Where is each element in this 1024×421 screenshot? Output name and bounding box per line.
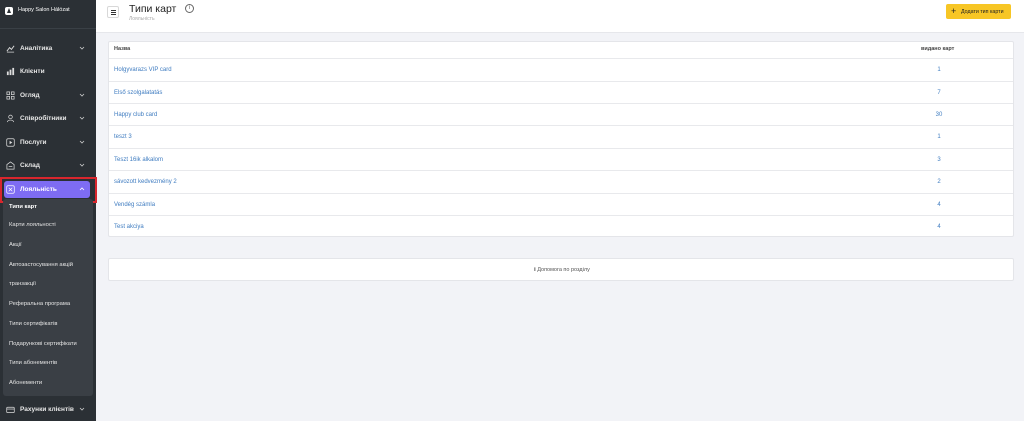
table-row[interactable]: teszt 3 1 (109, 125, 1013, 147)
submenu-item-referral[interactable]: Реферальна програма (9, 301, 70, 307)
help-label[interactable]: Допомога по розділу (537, 267, 590, 273)
chevron-down-icon (79, 93, 85, 97)
brand-logo-icon (5, 7, 13, 15)
column-header-name[interactable]: Назва (114, 46, 130, 52)
sidebar-item-label: Рахунки клієнтів (20, 405, 74, 413)
table-row[interactable]: Teszt 16ik alkalom 3 (109, 148, 1013, 170)
card-type-name[interactable]: Első szolgalatatás (114, 90, 162, 96)
play-icon (6, 137, 15, 147)
sidebar-item-client-accounts[interactable]: Рахунки клієнтів (0, 400, 96, 418)
chevron-down-icon (79, 140, 85, 144)
submenu-item-subscriptions[interactable]: Абонементи (9, 380, 42, 386)
sidebar-item-services[interactable]: Послуги (0, 133, 96, 151)
table-row[interactable]: Holgyvarazs VIP card 1 (109, 58, 1013, 80)
brand-name: Happy Salon Hálózat (18, 7, 70, 13)
info-icon: i (534, 267, 536, 273)
sidebar-item-label: Співробітники (20, 114, 67, 122)
sidebar-item-label: Склад (20, 161, 40, 169)
help-section[interactable]: i Допомога по розділу (108, 258, 1014, 281)
table-row[interactable]: Első szolgalatatás 7 (109, 81, 1013, 103)
table-row[interactable]: Happy club card 30 (109, 103, 1013, 125)
submenu-item-certificate-types[interactable]: Типи сертифікатів (9, 321, 57, 327)
page-header: Типи карт i Лояльність + Додати тип карт… (96, 0, 1024, 33)
submenu-item-loyalty-cards[interactable]: Карти лояльності (9, 222, 56, 228)
card-type-name[interactable]: teszt 3 (114, 134, 132, 140)
clients-icon (6, 67, 15, 75)
cards-issued-count[interactable]: 4 (869, 224, 1009, 230)
divider (0, 28, 96, 29)
sidebar-item-label: Клієнти (20, 67, 45, 75)
sidebar: Happy Salon Hálózat Аналітика Клієнти Ог… (0, 0, 97, 421)
cards-issued-count[interactable]: 4 (869, 202, 1009, 208)
info-icon[interactable]: i (185, 4, 194, 13)
user-icon (6, 114, 15, 122)
sidebar-item-label: Аналітика (20, 44, 53, 52)
cards-issued-count[interactable]: 7 (869, 90, 1009, 96)
card-type-name[interactable]: Teszt 16ik alkalom (114, 157, 163, 163)
card-type-name[interactable]: Test akciya (114, 224, 144, 230)
breadcrumb: Лояльність (129, 16, 155, 22)
chevron-down-icon (79, 46, 85, 50)
card-type-name[interactable]: Vendég számla (114, 202, 155, 208)
card-type-name[interactable]: Happy club card (114, 112, 157, 118)
card-type-name[interactable]: Holgyvarazs VIP card (114, 67, 172, 73)
submenu-item-gift-certificates[interactable]: Подарункові сертифікати (9, 341, 77, 347)
cards-issued-count[interactable]: 3 (869, 157, 1009, 163)
warehouse-icon (6, 160, 15, 169)
cards-issued-count[interactable]: 2 (869, 179, 1009, 185)
submenu-item-subscription-types[interactable]: Типи абонементів (9, 360, 57, 366)
wallet-icon (6, 406, 15, 413)
chevron-down-icon (79, 407, 85, 411)
sidebar-item-label: Огляд (20, 91, 40, 99)
cards-issued-count[interactable]: 1 (869, 67, 1009, 73)
overview-icon (6, 91, 15, 99)
submenu-item-auto-promotions[interactable]: Автозастосування акцій (9, 262, 73, 268)
add-card-type-button[interactable]: + Додати тип карти (946, 4, 1011, 19)
page-title: Типи карт (129, 3, 177, 15)
add-card-type-label: Додати тип карти (961, 9, 1004, 15)
table-row[interactable]: Vendég számla 4 (109, 193, 1013, 215)
analytics-icon (6, 45, 15, 52)
card-types-table: Назва видано карт Holgyvarazs VIP card 1… (108, 41, 1014, 237)
sidebar-item-label: Послуги (20, 138, 47, 146)
loyalty-submenu: Типи карт Карти лояльності Акції Автозас… (3, 199, 93, 396)
cards-issued-count[interactable]: 1 (869, 134, 1009, 140)
table-row[interactable]: sávozott kedvezmény 2 2 (109, 170, 1013, 192)
sidebar-item-warehouse[interactable]: Склад (0, 156, 96, 174)
submenu-item-promotions[interactable]: Акції (9, 242, 22, 248)
brand[interactable]: Happy Salon Hálózat (0, 0, 96, 24)
sidebar-item-staff[interactable]: Співробітники (0, 109, 96, 127)
submenu-item-card-types[interactable]: Типи карт (9, 204, 37, 210)
chevron-down-icon (79, 163, 85, 167)
sidebar-item-clients[interactable]: Клієнти (0, 62, 96, 80)
column-header-issued[interactable]: видано карт (921, 46, 954, 52)
sidebar-item-analytics[interactable]: Аналітика (0, 39, 96, 57)
cards-issued-count[interactable]: 30 (869, 112, 1009, 118)
plus-icon: + (951, 6, 957, 16)
chevron-down-icon (79, 116, 85, 120)
table-row[interactable]: Test akciya 4 (109, 215, 1013, 237)
hamburger-icon (111, 10, 116, 11)
card-type-name[interactable]: sávozott kedvezmény 2 (114, 179, 177, 185)
submenu-item-transactions[interactable]: транзакції (9, 281, 36, 287)
sidebar-item-overview[interactable]: Огляд (0, 86, 96, 104)
menu-toggle-button[interactable] (107, 6, 119, 18)
